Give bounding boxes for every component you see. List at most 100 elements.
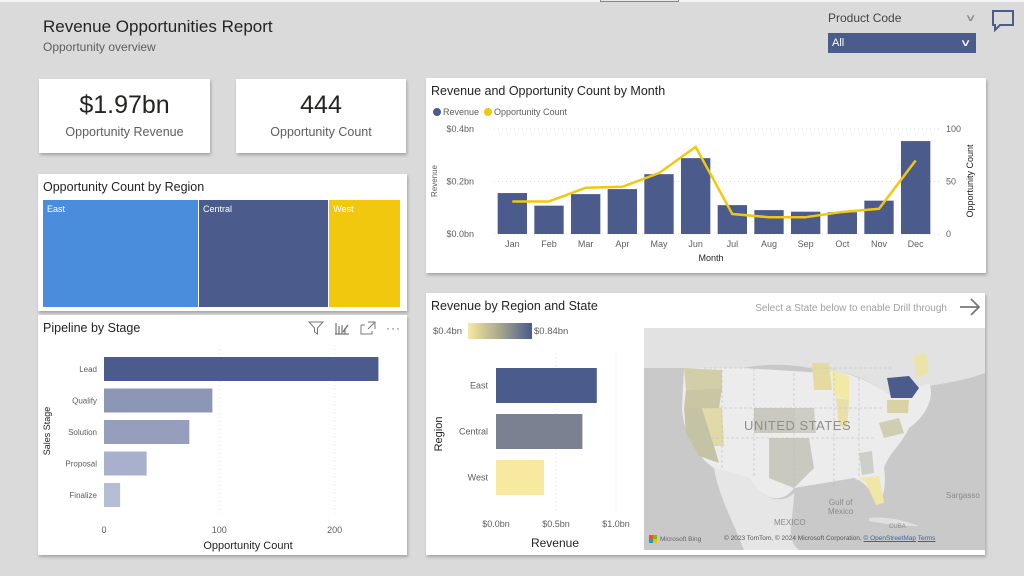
bar-stage-finalize <box>104 483 121 507</box>
bar-revenue-jun <box>681 158 711 234</box>
y-tick-label: Solution <box>68 428 97 437</box>
treemap-label: West <box>333 204 354 214</box>
slicer-selected-value: All <box>832 37 845 49</box>
product-code-dropdown[interactable]: All ∨ <box>828 33 976 53</box>
map-cuba-label: CUBA <box>889 524 906 530</box>
x-tick-label: Oct <box>835 239 850 249</box>
x-axis-title: Revenue <box>531 536 579 550</box>
map-gulf-label: Gulf of Mexico <box>828 498 853 516</box>
bar-revenue-jan <box>497 193 527 234</box>
y-tick-label: $0.2bn <box>446 177 474 187</box>
chevron-down-icon: ∨ <box>959 37 972 49</box>
comment-icon[interactable] <box>991 9 1015 33</box>
bing-logo: Microsoft Bing <box>649 535 701 543</box>
x-tick-label: $0.0bn <box>482 519 510 529</box>
map-canvas <box>644 328 985 550</box>
kpi-label: Opportunity Count <box>270 125 372 139</box>
x-tick-label: 200 <box>327 525 342 535</box>
bar-stage-solution <box>104 420 190 444</box>
x-tick-label: Jun <box>688 239 703 249</box>
arrow-right-icon[interactable] <box>959 298 981 316</box>
kpi-value: 444 <box>300 91 342 119</box>
bar-region-central <box>496 414 583 449</box>
gradient-legend-bar <box>468 323 532 339</box>
bar-stage-lead <box>104 357 379 381</box>
legend-count-label: Opportunity Count <box>494 107 568 117</box>
y-axis-title: Revenue <box>430 164 439 197</box>
x-tick-label: 0 <box>101 525 106 535</box>
map-gulf-text: Gulf of <box>828 498 853 507</box>
product-code-slicer: Product Code ∨ All ∨ <box>828 9 976 53</box>
x-tick-label: Jul <box>727 239 739 249</box>
page-tab-handle[interactable] <box>600 0 679 2</box>
treemap-cell-west[interactable]: West <box>329 200 400 307</box>
y2-tick-label: 50 <box>946 177 956 187</box>
y-tick-label: West <box>468 473 489 483</box>
y-tick-label: $0.4bn <box>446 124 474 134</box>
x-tick-label: Aug <box>761 239 777 249</box>
x-tick-label: Jan <box>505 239 520 249</box>
x-tick-label: $1.0bn <box>602 519 630 529</box>
x-tick-label: Nov <box>871 239 888 249</box>
copyright-text: © 2023 TomTom, © 2024 Microsoft Corporat… <box>724 535 862 542</box>
microsoft-logo-icon <box>649 535 657 543</box>
chevron-down-icon[interactable]: ∨ <box>964 13 976 24</box>
bar-revenue-jul <box>717 205 747 234</box>
pipeline-by-stage-visual[interactable]: Pipeline by Stage ··· 0 100 200 Lead Qualify… <box>38 315 407 555</box>
bar-revenue-mar <box>571 194 601 234</box>
bar-region-west <box>496 460 544 495</box>
revenue-by-region-chart: $0.4bn $0.84bn $0.0bn $0.5bn $1.0bn East Centr… <box>433 323 630 550</box>
treemap-cell-central[interactable]: Central <box>198 200 330 307</box>
bar-revenue-dec <box>901 141 931 234</box>
report-subtitle: Opportunity overview <box>43 40 156 54</box>
gradient-max-label: $0.84bn <box>534 326 568 337</box>
us-state-map[interactable]: UNITED STATES Gulf of Mexico MEXICO CUBA … <box>644 328 985 550</box>
revenue-count-by-month-visual[interactable]: Revenue and Opportunity Count by Month R… <box>426 78 986 273</box>
terms-link[interactable]: Terms <box>918 535 936 542</box>
gradient-min-label: $0.4bn <box>433 326 462 337</box>
bar-revenue-apr <box>607 189 637 234</box>
x-tick-label: Mar <box>578 239 594 249</box>
visual-title: Opportunity Count by Region <box>43 180 205 194</box>
slicer-header[interactable]: Product Code ∨ <box>828 9 976 27</box>
drill-through-hint: Select a State below to enable Drill thr… <box>755 303 947 314</box>
legend-revenue-marker <box>433 108 441 116</box>
revenue-by-region-state-visual[interactable]: Revenue by Region and State Select a Sta… <box>426 293 985 555</box>
x-tick-label: Feb <box>541 239 557 249</box>
y2-axis-title: Opportunity Count <box>965 144 975 218</box>
x-axis-title: Opportunity Count <box>203 540 292 552</box>
treemap: East Central West <box>43 200 400 307</box>
bar-revenue-aug <box>754 210 784 234</box>
y2-tick-label: 0 <box>946 229 951 239</box>
bar-revenue-may <box>644 174 674 234</box>
treemap-cell-east[interactable]: East <box>43 200 199 307</box>
bar-region-east <box>496 368 597 403</box>
opportunity-count-by-region-visual[interactable]: Opportunity Count by Region East Central W… <box>38 174 407 311</box>
bar-revenue-nov <box>864 200 894 234</box>
osm-link[interactable]: © OpenStreetMap <box>864 535 916 542</box>
y-tick-label: Finalize <box>69 491 97 500</box>
bing-label: Microsoft Bing <box>660 535 702 543</box>
y-tick-label: Qualify <box>72 397 97 406</box>
x-tick-label: Sep <box>798 239 814 249</box>
y2-tick-label: 100 <box>946 124 961 134</box>
bar-stage-qualify <box>104 388 213 413</box>
legend-count-marker <box>484 108 492 116</box>
x-tick-label: Dec <box>908 239 925 249</box>
x-tick-label: May <box>650 239 668 249</box>
treemap-label: Central <box>202 204 232 214</box>
y-axis-title: Sales Stage <box>42 407 52 456</box>
page-top-edge <box>0 0 1024 2</box>
x-tick-label: $0.5bn <box>542 519 570 529</box>
kpi-card-count[interactable]: 444 Opportunity Count <box>236 79 406 153</box>
report-title: Revenue Opportunities Report <box>43 17 273 36</box>
kpi-label: Opportunity Revenue <box>65 125 184 139</box>
bar-revenue-oct <box>827 212 857 234</box>
y-tick-label: East <box>470 381 489 391</box>
combo-chart: Revenue Opportunity Count $0.0bn $0.2bn $0.4… <box>430 107 975 263</box>
map-sargasso-label: Sargasso <box>946 491 980 500</box>
x-axis-title: Month <box>698 253 723 263</box>
kpi-card-revenue[interactable]: $1.97bn Opportunity Revenue <box>39 79 210 153</box>
kpi-value: $1.97bn <box>79 91 170 119</box>
y-tick-label: Proposal <box>65 460 97 469</box>
